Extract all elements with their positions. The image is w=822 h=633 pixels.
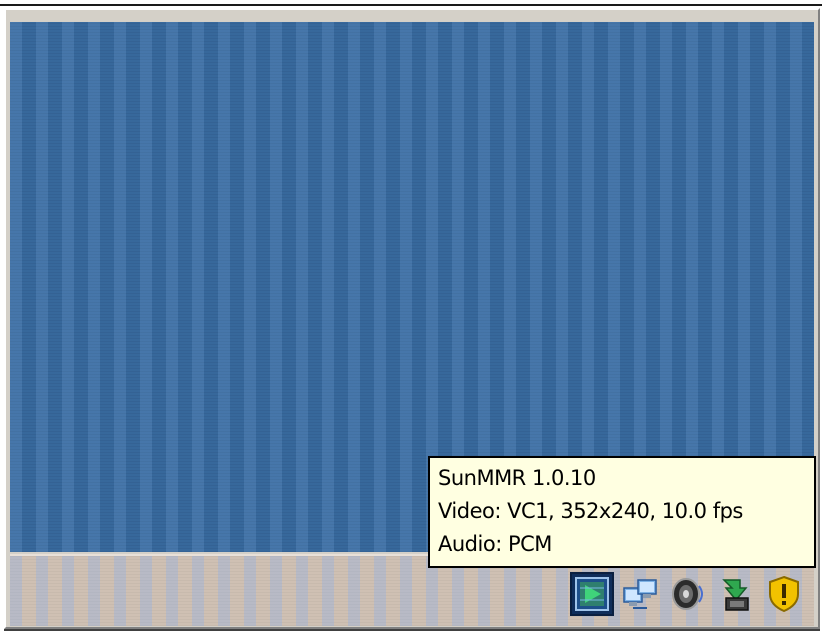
network-computers-icon[interactable]	[618, 572, 662, 616]
speaker-icon[interactable]	[666, 572, 710, 616]
window-top-border	[0, 4, 822, 6]
security-shield-icon[interactable]	[762, 572, 806, 616]
tooltip-app-version: SunMMR 1.0.10	[438, 466, 596, 490]
tray-tooltip: SunMMR 1.0.10 Video: VC1, 352x240, 10.0 …	[428, 456, 816, 568]
tooltip-video-info: Video: VC1, 352x240, 10.0 fps	[438, 499, 743, 523]
system-tray	[570, 570, 806, 618]
remote-desktop-window: SunMMR 1.0.10 Video: VC1, 352x240, 10.0 …	[0, 0, 822, 633]
window-bottom-border	[4, 629, 820, 631]
media-player-icon[interactable]	[570, 572, 614, 616]
safely-remove-hardware-icon[interactable]	[714, 572, 758, 616]
tooltip-audio-info: Audio: PCM	[438, 532, 552, 556]
